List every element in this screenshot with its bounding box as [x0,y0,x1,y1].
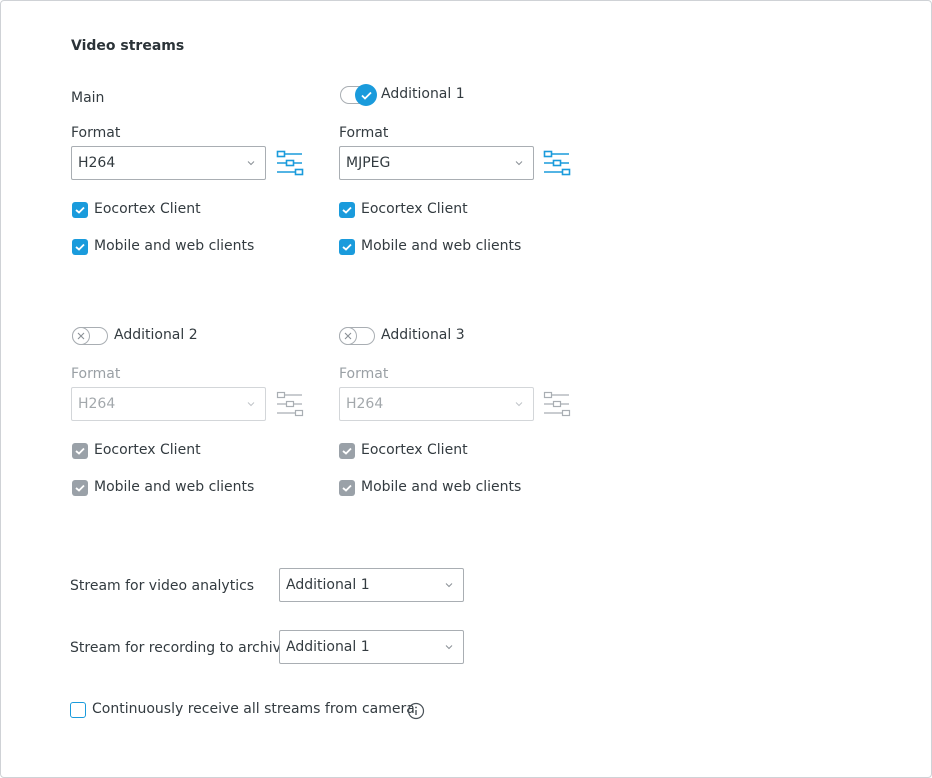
additional-2-eocortex-client-label: Eocortex Client [94,442,201,458]
additional-2-mobile-web-label: Mobile and web clients [94,479,255,495]
additional-2-eocortex-client-checkbox[interactable] [72,443,88,459]
additional-2-format-value: H264 [78,396,116,412]
main-format-select[interactable]: H264 [71,146,266,180]
analytics-stream-label: Stream for video analytics [70,578,255,594]
additional-3-eocortex-client-checkbox[interactable] [339,443,355,459]
archive-stream-label: Stream for recording to archive [70,640,290,656]
additional-2-settings-sliders-icon[interactable] [276,391,304,419]
chevron-down-icon [247,161,255,166]
toggle-knob-off [72,327,90,345]
additional-3-format-value: H264 [346,396,384,412]
toggle-knob-off [339,327,357,345]
additional-3-title: Additional 3 [381,327,465,343]
additional-3-toggle[interactable] [339,327,375,345]
additional-1-eocortex-client-checkbox[interactable] [339,202,355,218]
archive-stream-select[interactable]: Additional 1 [279,630,464,664]
check-icon [342,484,352,492]
continuous-receive-checkbox[interactable] [70,702,86,718]
continuous-receive-label: Continuously receive all streams from ca… [92,701,415,717]
main-settings-sliders-icon[interactable] [276,150,304,178]
check-icon [75,484,85,492]
check-icon [342,206,352,214]
main-eocortex-client-checkbox[interactable] [72,202,88,218]
toggle-knob-on [355,84,377,106]
chevron-down-icon [445,645,453,650]
additional-3-format-label: Format [339,366,389,382]
check-icon [75,447,85,455]
main-format-label: Format [71,125,121,141]
main-format-value: H264 [78,155,116,171]
analytics-stream-select[interactable]: Additional 1 [279,568,464,602]
analytics-stream-value: Additional 1 [286,577,370,593]
video-streams-panel: Video streams Main Format H264 Eocortex … [0,0,932,778]
archive-stream-value: Additional 1 [286,639,370,655]
additional-2-format-select[interactable]: H264 [71,387,266,421]
close-icon [344,332,352,340]
info-icon[interactable] [407,702,425,720]
additional-1-settings-sliders-icon[interactable] [543,150,571,178]
additional-2-format-label: Format [71,366,121,382]
chevron-down-icon [515,161,523,166]
chevron-down-icon [445,583,453,588]
check-icon [342,243,352,251]
main-mobile-web-checkbox[interactable] [72,239,88,255]
check-icon [75,206,85,214]
check-icon [342,447,352,455]
additional-3-format-select[interactable]: H264 [339,387,534,421]
additional-1-format-label: Format [339,125,389,141]
additional-3-eocortex-client-label: Eocortex Client [361,442,468,458]
additional-1-format-select[interactable]: MJPEG [339,146,534,180]
check-icon [360,91,372,100]
check-icon [75,243,85,251]
additional-3-settings-sliders-icon[interactable] [543,391,571,419]
main-stream-title: Main [71,90,105,106]
chevron-down-icon [515,402,523,407]
additional-1-title: Additional 1 [381,86,465,102]
main-eocortex-client-label: Eocortex Client [94,201,201,217]
chevron-down-icon [247,402,255,407]
additional-2-mobile-web-checkbox[interactable] [72,480,88,496]
additional-3-mobile-web-label: Mobile and web clients [361,479,522,495]
additional-2-title: Additional 2 [114,327,198,343]
close-icon [77,332,85,340]
additional-3-mobile-web-checkbox[interactable] [339,480,355,496]
section-title: Video streams [71,38,185,54]
additional-2-toggle[interactable] [72,327,108,345]
main-mobile-web-label: Mobile and web clients [94,238,255,254]
additional-1-toggle[interactable] [340,84,377,106]
additional-1-mobile-web-label: Mobile and web clients [361,238,522,254]
additional-1-eocortex-client-label: Eocortex Client [361,201,468,217]
additional-1-mobile-web-checkbox[interactable] [339,239,355,255]
additional-1-format-value: MJPEG [346,155,391,171]
